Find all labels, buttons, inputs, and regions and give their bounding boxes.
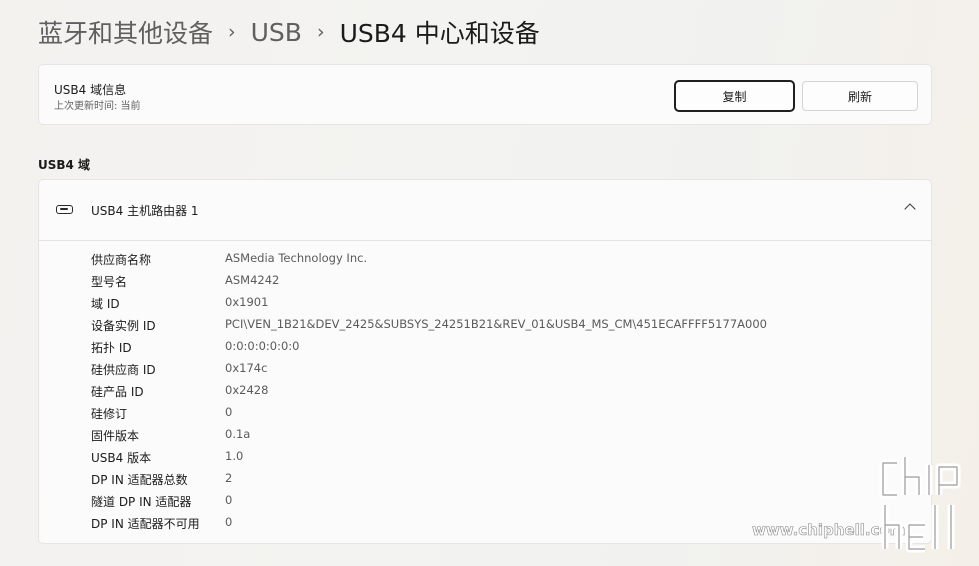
breadcrumb-bluetooth[interactable]: 蓝牙和其他设备 <box>38 14 213 50</box>
property-row: 硅产品 ID 0x2428 <box>39 380 931 402</box>
property-row: 型号名 ASM4242 <box>39 270 931 292</box>
breadcrumb-usb[interactable]: USB <box>251 18 302 47</box>
last-updated-text: 上次更新时间: 当前 <box>54 101 141 112</box>
copy-button[interactable]: 复制 <box>674 80 795 112</box>
property-row: 硅修订 0 <box>39 402 931 424</box>
page-title: USB4 中心和设备 <box>339 19 540 48</box>
chiphell-logo <box>879 457 961 553</box>
property-label: 固件版本 <box>91 429 140 443</box>
info-card-title: USB4 域信息 <box>54 83 127 97</box>
property-label: 供应商名称 <box>91 253 152 267</box>
refresh-button[interactable]: 刷新 <box>802 81 918 111</box>
property-row: 固件版本 0.1a <box>39 424 931 446</box>
property-value: PCI\VEN_1B21&DEV_2425&SUBSYS_24251B21&RE… <box>225 317 767 331</box>
property-row: 设备实例 ID PCI\VEN_1B21&DEV_2425&SUBSYS_2425… <box>39 314 931 336</box>
usb-port-icon <box>56 205 73 214</box>
usb4-domain-info-card: USB4 域信息 上次更新时间: 当前 复制 刷新 <box>38 64 932 125</box>
property-label: 硅供应商 ID <box>91 363 156 377</box>
property-label: 型号名 <box>91 275 128 289</box>
property-value: 2 <box>225 471 233 485</box>
property-label: 隧道 DP IN 适配器 <box>91 495 192 509</box>
property-value: 0x174c <box>225 361 268 375</box>
property-row: 拓扑 ID 0:0:0:0:0:0:0 <box>39 336 931 358</box>
property-row: 硅供应商 ID 0x174c <box>39 358 931 380</box>
property-label: DP IN 适配器总数 <box>91 473 188 487</box>
chevron-up-icon[interactable] <box>904 203 916 215</box>
property-label: 设备实例 ID <box>91 319 156 333</box>
property-value: 0 <box>225 405 233 419</box>
property-label: 硅修订 <box>91 407 128 421</box>
property-row: 供应商名称 ASMedia Technology Inc. <box>39 248 931 270</box>
property-value: ASM4242 <box>225 273 280 287</box>
property-label: 拓扑 ID <box>91 341 132 355</box>
section-title-usb4-domain: USB4 域 <box>38 158 91 172</box>
property-value: 1.0 <box>225 449 244 463</box>
router-title: USB4 主机路由器 1 <box>91 204 199 218</box>
property-value: 0x2428 <box>225 383 269 397</box>
property-label: DP IN 适配器不可用 <box>91 517 200 531</box>
property-row: 域 ID 0x1901 <box>39 292 931 314</box>
property-value: 0 <box>225 515 233 529</box>
property-label: 硅产品 ID <box>91 385 144 399</box>
breadcrumb: 蓝牙和其他设备 › USB › USB4 中心和设备 <box>38 14 540 50</box>
property-value: 0 <box>225 493 233 507</box>
router-expander-header[interactable]: USB4 主机路由器 1 <box>39 180 931 241</box>
breadcrumb-separator: › <box>316 21 325 43</box>
property-value: 0.1a <box>225 427 251 441</box>
watermark: www.chiphell.com <box>752 455 972 555</box>
property-label: 域 ID <box>91 297 120 311</box>
property-value: ASMedia Technology Inc. <box>225 251 368 265</box>
property-value: 0:0:0:0:0:0:0 <box>225 339 300 353</box>
breadcrumb-separator: › <box>228 21 236 43</box>
property-label: USB4 版本 <box>91 451 152 465</box>
property-value: 0x1901 <box>225 295 269 309</box>
